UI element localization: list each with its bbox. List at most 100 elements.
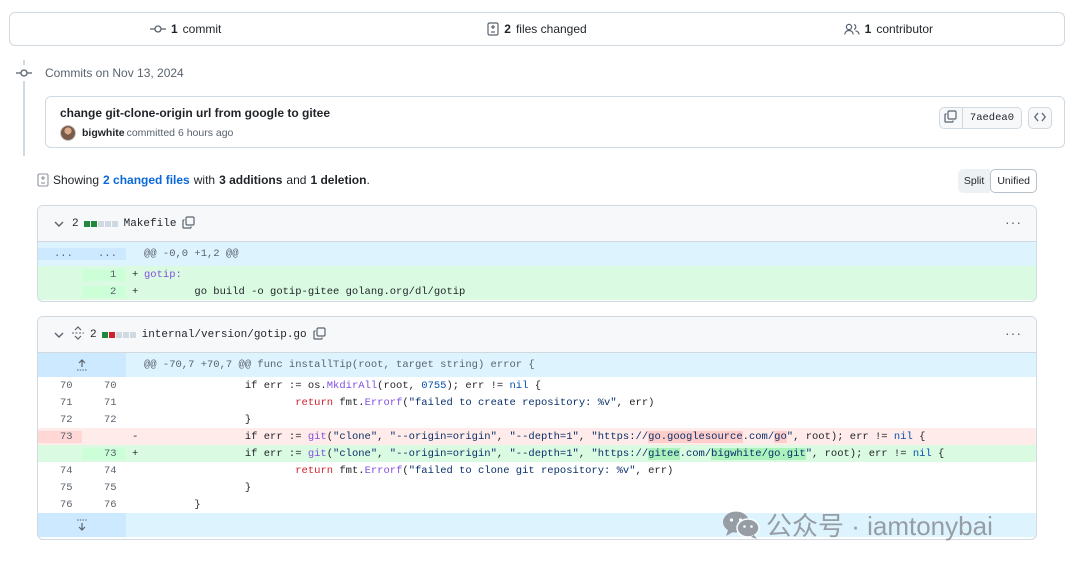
new-line-number[interactable]: 70 bbox=[82, 380, 126, 392]
code-icon bbox=[1033, 111, 1047, 125]
old-line-number[interactable]: 73 bbox=[38, 430, 82, 443]
commits-date-heading: Commits on Nov 13, 2024 bbox=[45, 66, 184, 80]
commits-label: commit bbox=[182, 22, 222, 36]
commit-time: committed 6 hours ago bbox=[126, 127, 234, 139]
hunk-expand-right[interactable]: ... bbox=[82, 248, 126, 260]
diff-view-toggle: Split Unified bbox=[957, 169, 1037, 193]
new-line-number[interactable]: 75 bbox=[82, 482, 126, 494]
wechat-icon bbox=[722, 510, 760, 540]
diff-line-code: } bbox=[144, 481, 252, 494]
diff-line-code: gotip: bbox=[144, 268, 182, 281]
contributors-tab[interactable]: 1 contributor bbox=[713, 22, 1064, 36]
git-commit-icon bbox=[16, 65, 32, 81]
diff-line-code: go build -o gotip-gitee golang.org/dl/go… bbox=[144, 285, 466, 298]
old-line-number[interactable]: 75 bbox=[38, 482, 82, 494]
file-diff-makefile: 2 Makefile ··· ... ... @@ -0,0 +1,2 @@ 1… bbox=[37, 205, 1037, 302]
old-line-number[interactable]: 70 bbox=[38, 380, 82, 392]
file-header: 2 Makefile ··· bbox=[38, 206, 1036, 242]
pr-summary-bar: 1 commit 2 files changed 1 contributor bbox=[9, 12, 1065, 46]
showing-period: . bbox=[366, 173, 370, 187]
expand-all-icon[interactable] bbox=[72, 326, 84, 343]
commit-title-link[interactable]: change git-clone-origin url from google … bbox=[60, 106, 330, 120]
new-line-number[interactable]: 72 bbox=[82, 414, 126, 426]
diff-line-context: 72 72 } bbox=[38, 411, 1036, 428]
commit-card: change git-clone-origin url from google … bbox=[45, 96, 1065, 148]
files-label: files changed bbox=[515, 22, 587, 36]
people-icon bbox=[843, 23, 860, 35]
diff-line-add: 73 + if err := git("clone", "--origin=or… bbox=[38, 445, 1036, 462]
diff-body: ... ... @@ -0,0 +1,2 @@ 1 + gotip: 2 + g… bbox=[38, 242, 1036, 300]
showing-with: with bbox=[193, 173, 216, 187]
kebab-menu-icon[interactable]: ··· bbox=[1005, 215, 1022, 229]
contributors-label: contributor bbox=[876, 22, 934, 36]
split-view-button[interactable]: Split bbox=[957, 169, 991, 193]
old-line-number[interactable]: 72 bbox=[38, 414, 82, 426]
hunk-header-text: @@ -0,0 +1,2 @@ bbox=[144, 248, 239, 260]
diff-sign: - bbox=[132, 430, 139, 443]
hunk-header-text: @@ -70,7 +70,7 @@ func installTip(root, … bbox=[144, 359, 535, 371]
commits-count: 1 bbox=[170, 22, 178, 36]
showing-and: and bbox=[286, 173, 307, 187]
new-line-number[interactable]: 74 bbox=[82, 465, 126, 477]
diff-line-code: if err := git("clone", "--origin=origin"… bbox=[144, 430, 926, 443]
hunk-header-row: ... ... @@ -0,0 +1,2 @@ bbox=[38, 242, 1036, 266]
expand-down-icon bbox=[77, 519, 87, 531]
copy-icon[interactable] bbox=[182, 215, 196, 232]
kebab-menu-icon[interactable]: ··· bbox=[1005, 326, 1022, 340]
copy-sha-button[interactable] bbox=[938, 107, 963, 129]
copy-icon[interactable] bbox=[313, 326, 326, 343]
new-line-number[interactable]: 71 bbox=[82, 397, 126, 409]
watermark: 公众号 · iamtonybai bbox=[722, 506, 993, 543]
commit-sha-link[interactable]: 7aedea0 bbox=[962, 107, 1022, 129]
diff-line-context: 75 75 } bbox=[38, 479, 1036, 496]
files-changed-tab[interactable]: 2 files changed bbox=[361, 22, 712, 36]
file-name-link[interactable]: Makefile bbox=[124, 218, 177, 230]
avatar[interactable] bbox=[60, 125, 76, 141]
commits-tab[interactable]: 1 commit bbox=[10, 22, 361, 36]
old-line-number[interactable]: 71 bbox=[38, 397, 82, 409]
diff-sign: + bbox=[132, 447, 139, 460]
diff-line-context: 71 71 return fmt.Errorf("failed to creat… bbox=[38, 394, 1036, 411]
new-line-number[interactable]: 1 bbox=[82, 268, 126, 281]
file-diff-icon bbox=[37, 173, 49, 187]
diffstat-bars bbox=[101, 331, 136, 338]
diff-line-add: 2 + go build -o gotip-gitee golang.org/d… bbox=[38, 283, 1036, 300]
browse-repo-button[interactable] bbox=[1028, 107, 1052, 129]
file-change-count: 2 bbox=[72, 217, 79, 230]
unified-view-button[interactable]: Unified bbox=[990, 169, 1037, 193]
new-line-number[interactable]: 73 bbox=[82, 447, 126, 460]
chevron-down-icon[interactable] bbox=[54, 328, 64, 342]
changed-files-link[interactable]: 2 changed files bbox=[103, 173, 190, 187]
new-line-number[interactable]: 76 bbox=[82, 499, 126, 511]
commit-actions: 7aedea0 bbox=[938, 107, 1052, 129]
diff-stats-line: Showing 2 changed files with 3 additions… bbox=[37, 173, 370, 187]
copy-icon bbox=[944, 110, 957, 126]
chevron-down-icon[interactable] bbox=[54, 217, 64, 231]
old-line-number[interactable]: 74 bbox=[38, 465, 82, 477]
expand-down-button[interactable] bbox=[38, 513, 126, 537]
diff-line-delete: 73 - if err := git("clone", "--origin=or… bbox=[38, 428, 1036, 445]
commit-author-link[interactable]: bigwhite bbox=[82, 127, 125, 139]
diff-sign: + bbox=[132, 268, 139, 281]
file-name-link[interactable]: internal/version/gotip.go bbox=[142, 329, 307, 341]
hunk-expand-left[interactable]: ... bbox=[38, 248, 82, 260]
old-line-number[interactable]: 76 bbox=[38, 499, 82, 511]
diff-line-code: } bbox=[144, 413, 252, 426]
deletions-count: 1 deletion bbox=[310, 173, 367, 187]
diff-line-code: if err := git("clone", "--origin=origin"… bbox=[144, 447, 945, 460]
expand-up-button[interactable] bbox=[38, 353, 126, 377]
diff-sign: + bbox=[132, 285, 139, 298]
new-line-number[interactable]: 2 bbox=[82, 285, 126, 298]
hunk-header-row: @@ -70,7 +70,7 @@ func installTip(root, … bbox=[38, 353, 1036, 377]
watermark-text: 公众号 · iamtonybai bbox=[766, 511, 993, 541]
showing-prefix: Showing bbox=[53, 173, 100, 187]
file-diff-icon bbox=[487, 22, 499, 36]
expand-up-icon bbox=[77, 359, 87, 371]
diff-line-context: 70 70 if err := os.MkdirAll(root, 0755);… bbox=[38, 377, 1036, 394]
diff-line-code: return fmt.Errorf("failed to clone git r… bbox=[295, 464, 674, 477]
contributors-count: 1 bbox=[864, 22, 872, 36]
diff-line-context: 74 74 return fmt.Errorf("failed to clone… bbox=[38, 462, 1036, 479]
diff-line-code: return fmt.Errorf("failed to create repo… bbox=[295, 396, 655, 409]
file-change-count: 2 bbox=[90, 328, 97, 341]
diffstat-bars bbox=[83, 220, 118, 227]
